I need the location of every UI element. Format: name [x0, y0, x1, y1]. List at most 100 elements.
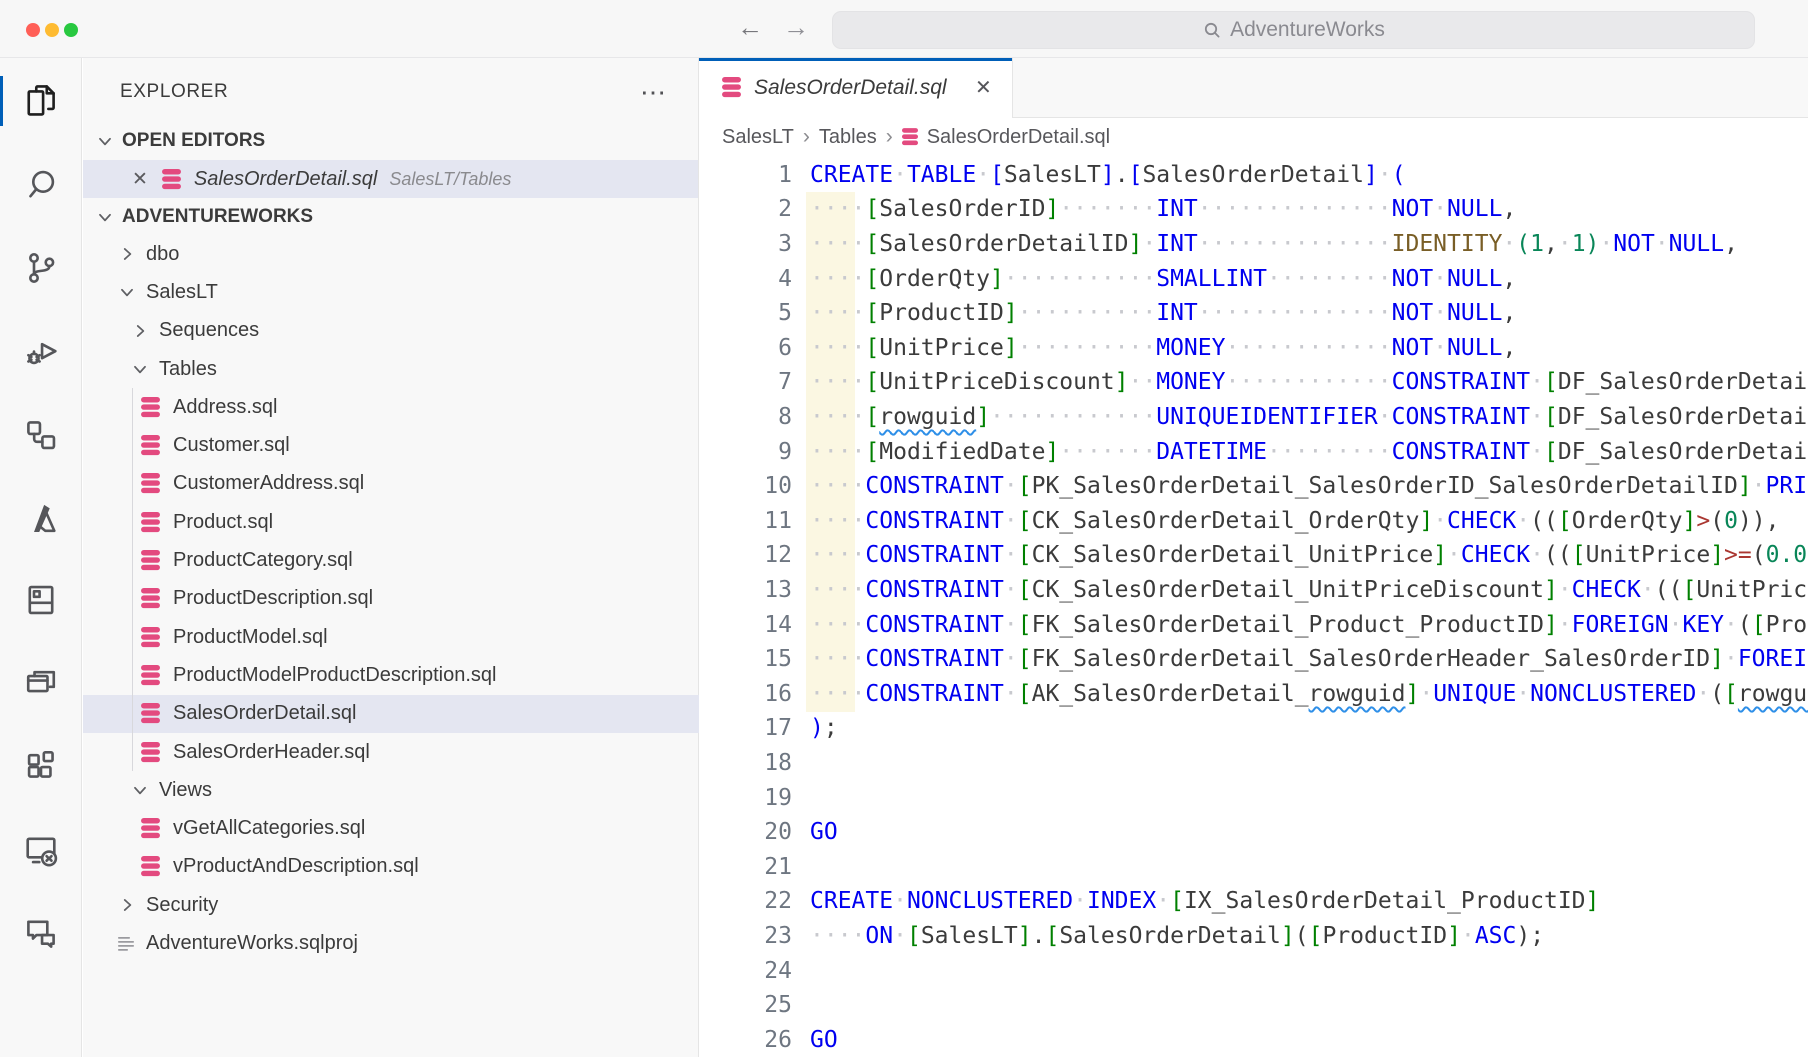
activity-item-comments[interactable]: [0, 912, 82, 956]
command-center-search[interactable]: AdventureWorks: [832, 11, 1755, 49]
database-file-icon: [141, 856, 160, 877]
activity-item-search[interactable]: [0, 163, 82, 207]
activity-item-files[interactable]: [0, 79, 82, 123]
code-line[interactable]: [810, 746, 1808, 781]
tree-item-salesorderheader-sql[interactable]: SalesOrderHeader.sql: [83, 733, 756, 771]
activity-item-extensions[interactable]: [0, 744, 82, 788]
code-line[interactable]: [810, 850, 1808, 885]
code-line[interactable]: ····CONSTRAINT·[FK_SalesOrderDetail_Sale…: [810, 642, 1808, 677]
code-line[interactable]: ····CONSTRAINT·[AK_SalesOrderDetail_rowg…: [810, 677, 1808, 712]
tree-item-label: Views: [159, 779, 212, 802]
close-editor-icon[interactable]: ✕: [132, 168, 148, 191]
tree-item-address-sql[interactable]: Address.sql: [83, 388, 756, 426]
tree-item-productmodelproductdescription-sql[interactable]: ProductModelProductDescription.sql: [83, 656, 756, 694]
tree-item-tables[interactable]: Tables: [83, 350, 746, 388]
code-token: IDENTITY: [1392, 231, 1503, 257]
tree-item-label: AdventureWorks.sqlproj: [146, 932, 358, 955]
code-line[interactable]: ····[UnitPrice]··········MONEY··········…: [810, 331, 1808, 366]
code-line[interactable]: ····ON·[SalesLT].[SalesOrderDetail]([Pro…: [810, 919, 1808, 954]
code-line[interactable]: GO: [810, 1023, 1808, 1057]
code-line[interactable]: CREATE·NONCLUSTERED·INDEX·[IX_SalesOrder…: [810, 884, 1808, 919]
code-token: ·: [1696, 681, 1710, 707]
code-token: OrderQty: [879, 266, 990, 292]
code-line[interactable]: ····[OrderQty]···········SMALLINT·······…: [810, 262, 1808, 297]
tree-item-vproductanddescription-sql[interactable]: vProductAndDescription.sql: [83, 848, 756, 886]
activity-item-source-control[interactable]: [0, 246, 82, 290]
code-token: ]: [1045, 196, 1059, 222]
activity-item-windows[interactable]: [0, 661, 82, 705]
navigate-back-button[interactable]: ←: [735, 12, 765, 43]
code-token: ··············: [1198, 196, 1392, 222]
tree-item-productcategory-sql[interactable]: ProductCategory.sql: [83, 541, 756, 579]
tree-item-sequences[interactable]: Sequences: [83, 312, 746, 350]
code-line[interactable]: ····[ModifiedDate]·······DATETIME·······…: [810, 435, 1808, 470]
tree-item-salesorderdetail-sql[interactable]: SalesOrderDetail.sql: [83, 695, 756, 733]
code-line[interactable]: ····CONSTRAINT·[CK_SalesOrderDetail_Unit…: [810, 573, 1808, 608]
code-line[interactable]: ····CONSTRAINT·[PK_SalesOrderDetail_Sale…: [810, 469, 1808, 504]
code-line[interactable]: ····[SalesOrderDetailID]·INT············…: [810, 227, 1808, 262]
code-token: UNIQUEIDENTIFIER: [1156, 404, 1378, 430]
tree-item-saleslt[interactable]: SalesLT: [83, 273, 733, 311]
tree-item-product-sql[interactable]: Product.sql: [83, 503, 756, 541]
tree-item-dbo[interactable]: dbo: [83, 235, 733, 273]
code-token: ((: [1530, 508, 1558, 534]
project-section-header[interactable]: ADVENTUREWORKS: [83, 198, 698, 236]
code-line[interactable]: CREATE·TABLE·[SalesLT].[SalesOrderDetail…: [810, 158, 1808, 193]
code-token: CONSTRAINT: [865, 646, 1003, 672]
tree-item-vgetallcategories-sql[interactable]: vGetAllCategories.sql: [83, 809, 756, 847]
code-token: >=: [1724, 542, 1752, 568]
code-line[interactable]: ····[rowguid]············UNIQUEIDENTIFIE…: [810, 400, 1808, 435]
tree-item-label: Security: [146, 894, 218, 917]
line-number: 17: [699, 711, 792, 746]
tree-item-views[interactable]: Views: [83, 771, 746, 809]
code-line[interactable]: GO: [810, 815, 1808, 850]
open-editors-section-header[interactable]: OPEN EDITORS: [83, 122, 698, 160]
activity-item-connections[interactable]: [0, 413, 82, 457]
tree-item-productdescription-sql[interactable]: ProductDescription.sql: [83, 580, 756, 618]
code-line[interactable]: ····[ProductID]··········INT············…: [810, 296, 1808, 331]
code-token: ·: [1724, 646, 1738, 672]
code-line[interactable]: [810, 781, 1808, 816]
code-surface[interactable]: CREATE·TABLE·[SalesLT].[SalesOrderDetail…: [810, 158, 1808, 1057]
breadcrumb-item[interactable]: SalesOrderDetail.sql: [927, 126, 1110, 149]
code-line[interactable]: ····CONSTRAINT·[CK_SalesOrderDetail_Unit…: [810, 538, 1808, 573]
code-line[interactable]: );: [810, 711, 1808, 746]
code-token: NOT: [1392, 300, 1434, 326]
code-token: NONCLUSTERED: [907, 888, 1073, 914]
code-token: [: [865, 404, 879, 430]
code-line[interactable]: ····[SalesOrderID]·······INT············…: [810, 192, 1808, 227]
tree-item-security[interactable]: Security: [83, 886, 733, 924]
views-and-more-actions-button[interactable]: ⋯: [640, 72, 668, 112]
chevron-right-icon: [118, 245, 136, 263]
activity-item-remote-explorer[interactable]: [0, 828, 82, 872]
code-token: FOREIGN: [1738, 646, 1808, 672]
code-line[interactable]: ····CONSTRAINT·[FK_SalesOrderDetail_Prod…: [810, 608, 1808, 643]
code-line[interactable]: ····[UnitPriceDiscount]··MONEY··········…: [810, 365, 1808, 400]
tree-item-label: Tables: [159, 358, 217, 381]
breadcrumb-item[interactable]: SalesLT: [722, 126, 794, 149]
tree-item-adventureworks-sqlproj[interactable]: AdventureWorks.sqlproj: [83, 924, 731, 962]
code-line[interactable]: [810, 988, 1808, 1023]
tree-item-customeraddress-sql[interactable]: CustomerAddress.sql: [83, 465, 756, 503]
zoom-window-button[interactable]: [64, 23, 78, 37]
tab-salesorderdetail[interactable]: SalesOrderDetail.sql ✕: [699, 58, 1013, 118]
close-window-button[interactable]: [26, 23, 40, 37]
code-line[interactable]: [810, 954, 1808, 989]
code-token: ProductID: [879, 300, 1004, 326]
code-line[interactable]: ····CONSTRAINT·[CK_SalesOrderDetail_Orde…: [810, 504, 1808, 539]
open-editor-item[interactable]: ✕ SalesOrderDetail.sql SalesLT/Tables: [83, 160, 698, 198]
navigate-forward-button[interactable]: →: [781, 12, 811, 43]
activity-item-run-debug[interactable]: [0, 329, 82, 373]
tab-close-button[interactable]: ✕: [975, 58, 992, 118]
code-token: [: [1309, 923, 1323, 949]
line-number: 10: [699, 469, 792, 504]
code-token: 1): [1572, 231, 1600, 257]
tree-item-productmodel-sql[interactable]: ProductModel.sql: [83, 618, 756, 656]
breadcrumb-item[interactable]: Tables: [819, 126, 877, 149]
activity-item-azure[interactable]: [0, 496, 82, 540]
code-token: ·: [1516, 508, 1530, 534]
minimize-window-button[interactable]: [45, 23, 59, 37]
activity-item-database-projects[interactable]: [0, 578, 82, 622]
tree-item-customer-sql[interactable]: Customer.sql: [83, 426, 756, 464]
code-token: ····: [810, 335, 865, 361]
